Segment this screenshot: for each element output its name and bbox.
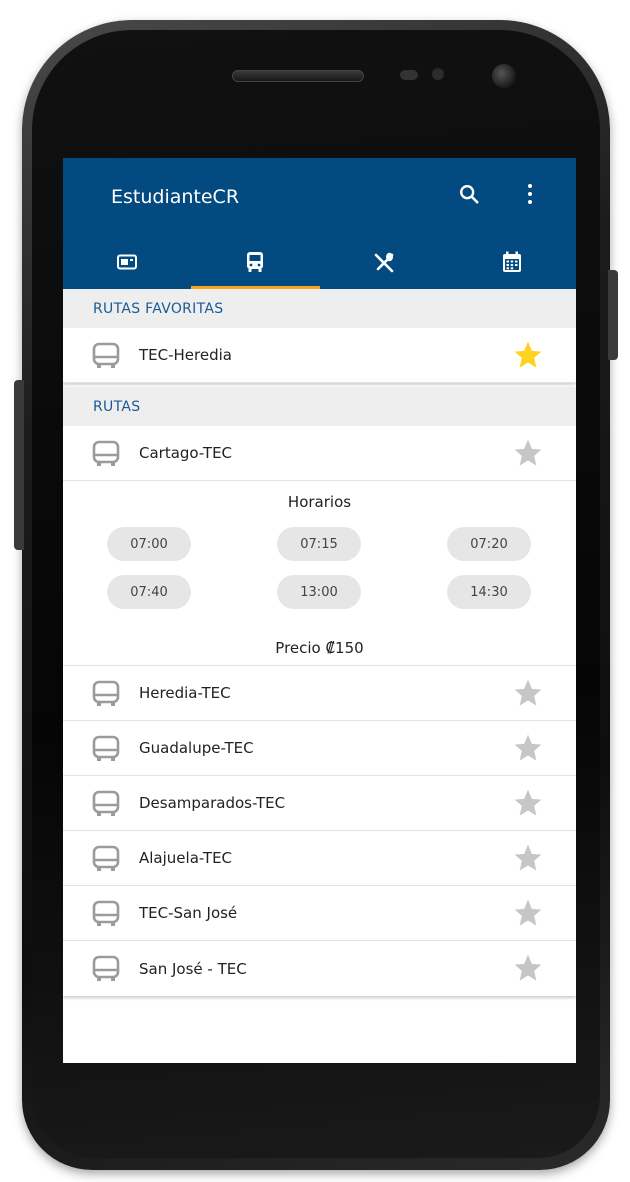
- route-row[interactable]: Desamparados-TEC: [63, 776, 576, 831]
- bus-icon: [92, 342, 120, 368]
- front-camera: [492, 64, 516, 88]
- card-icon: [117, 254, 138, 269]
- favorite-route-row[interactable]: TEC-Heredia: [63, 328, 576, 383]
- route-row[interactable]: TEC-San José: [63, 886, 576, 941]
- route-row[interactable]: Heredia-TEC: [63, 666, 576, 721]
- bus-icon: [92, 440, 120, 466]
- volume-button: [14, 380, 24, 550]
- star-outline-icon[interactable]: [511, 677, 545, 709]
- bus-icon: [92, 955, 120, 981]
- route-name: Heredia-TEC: [139, 684, 231, 702]
- restaurant-icon: [374, 252, 393, 272]
- bus-icon: [92, 790, 120, 816]
- app-title: EstudianteCR: [111, 186, 240, 208]
- route-row[interactable]: Guadalupe-TEC: [63, 721, 576, 776]
- time-chip[interactable]: 07:20: [447, 527, 531, 561]
- search-button[interactable]: [451, 176, 487, 212]
- favorites-section-header: RUTAS FAVORITAS: [63, 289, 576, 328]
- tab-bus[interactable]: [191, 234, 320, 289]
- price-label: Precio ₡150: [275, 639, 364, 657]
- time-chip[interactable]: 07:15: [277, 527, 361, 561]
- overflow-menu-button[interactable]: [515, 176, 545, 212]
- tab-bar: [63, 234, 576, 289]
- route-row-expanded[interactable]: Cartago-TEC: [63, 426, 576, 481]
- search-icon: [460, 185, 479, 204]
- power-button: [608, 270, 618, 360]
- star-outline-icon[interactable]: [511, 952, 545, 984]
- star-outline-icon[interactable]: [511, 787, 545, 819]
- route-name: San José - TEC: [139, 959, 247, 978]
- star-outline-icon[interactable]: [511, 897, 545, 929]
- tab-calendar[interactable]: [448, 234, 576, 289]
- route-list: Heredia-TEC Guadalupe-TEC Desamparados-T…: [63, 666, 576, 996]
- time-chip[interactable]: 07:40: [107, 575, 191, 609]
- tab-food[interactable]: [320, 234, 448, 289]
- app-bar: EstudianteCR: [63, 158, 576, 289]
- schedule-panel: Horarios 07:00 07:15 07:20 07:40 13:00 1…: [63, 481, 576, 666]
- time-chip[interactable]: 07:00: [107, 527, 191, 561]
- time-chip[interactable]: 13:00: [277, 575, 361, 609]
- route-row[interactable]: San José - TEC: [63, 941, 576, 996]
- route-name: Cartago-TEC: [139, 444, 233, 462]
- light-sensor: [432, 68, 444, 80]
- bus-icon: [92, 845, 120, 871]
- proximity-sensor: [400, 70, 418, 80]
- schedule-title: Horarios: [287, 493, 352, 511]
- route-name: Guadalupe-TEC: [139, 739, 254, 757]
- bus-icon: [92, 735, 120, 761]
- route-name: TEC-San José: [139, 904, 238, 922]
- star-outline-icon[interactable]: [511, 842, 545, 874]
- earpiece-speaker: [232, 70, 364, 82]
- route-name: Desamparados-TEC: [139, 794, 286, 812]
- route-name: Alajuela-TEC: [139, 849, 233, 867]
- star-outline-icon[interactable]: [511, 437, 545, 469]
- star-filled-icon[interactable]: [511, 339, 545, 371]
- time-chip[interactable]: 14:30: [447, 575, 531, 609]
- app-screen: EstudianteCR RUTAS FAVORITAS TEC-Heredia…: [63, 158, 576, 1063]
- bus-icon: [247, 251, 264, 272]
- calendar-icon: [502, 251, 521, 272]
- tab-card[interactable]: [63, 234, 191, 289]
- star-outline-icon[interactable]: [511, 732, 545, 764]
- bus-icon: [92, 900, 120, 926]
- route-row[interactable]: Alajuela-TEC: [63, 831, 576, 886]
- more-vert-icon: [528, 184, 532, 188]
- bus-icon: [92, 680, 120, 706]
- route-name: TEC-Heredia: [139, 346, 232, 364]
- routes-section-header: RUTAS: [63, 387, 576, 426]
